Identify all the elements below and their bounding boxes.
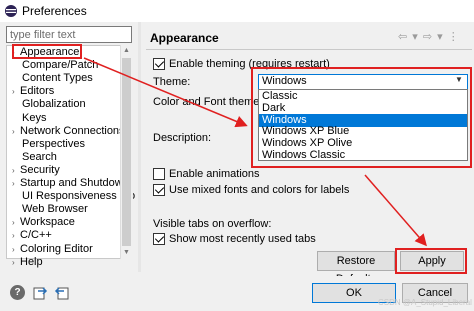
tree-item-label: Help	[20, 255, 43, 268]
tree-item-label: C/C++	[20, 229, 52, 242]
tree-item-label: Workspace	[20, 216, 75, 229]
description-label: Description:	[153, 132, 212, 144]
scroll-up-arrow-icon[interactable]: ▲	[122, 46, 131, 56]
title-separator	[146, 49, 472, 50]
tree-item-label: Globalization	[22, 98, 86, 111]
tree-item-label: UI Responsiveness Mo	[22, 190, 136, 203]
expand-arrow-icon[interactable]: ›	[12, 125, 20, 138]
tree-item[interactable]: › Coloring Editor	[12, 243, 93, 256]
tree-item[interactable]: Perspectives	[22, 138, 85, 151]
tree-item[interactable]: › Help	[12, 256, 43, 269]
annotation-box-appearance	[12, 44, 82, 59]
show-recent-tabs-checkbox[interactable]	[153, 233, 165, 245]
page-title: Appearance	[150, 31, 219, 45]
expand-arrow-icon[interactable]: ›	[12, 85, 20, 98]
export-icon[interactable]	[54, 285, 69, 300]
enable-animations-label: Enable animations	[169, 168, 260, 180]
tree-item-label: Editors	[20, 85, 55, 98]
annotation-arrow-to-apply	[364, 174, 427, 247]
tree-item-label: Content Types	[22, 72, 93, 85]
visible-tabs-label: Visible tabs on overflow:	[153, 218, 272, 230]
tree-item-label: Coloring Editor	[20, 242, 93, 255]
tree-item[interactable]: Search	[22, 151, 57, 164]
mixed-fonts-label: Use mixed fonts and colors for labels	[169, 184, 350, 196]
tree-item[interactable]: › Network Connections	[12, 125, 125, 138]
tree-item[interactable]: › C/C++	[12, 229, 52, 242]
tree-item[interactable]: › Editors	[12, 85, 54, 98]
theme-label: Theme:	[153, 76, 191, 88]
enable-animations-checkbox[interactable]	[153, 168, 165, 180]
tree-item-label: Search	[22, 150, 57, 163]
eclipse-app-icon	[5, 5, 17, 17]
tree-item[interactable]: › Security	[12, 164, 60, 177]
tree-item-label: Compare/Patch	[22, 59, 99, 72]
expand-arrow-icon[interactable]: ›	[12, 229, 20, 242]
tree-item-label: Network Connections	[20, 124, 125, 137]
annotation-box-apply	[395, 248, 467, 274]
tree-item[interactable]: Compare/Patch	[22, 59, 98, 72]
enable-theming-checkbox[interactable]	[153, 58, 165, 70]
expand-arrow-icon[interactable]: ›	[12, 256, 20, 269]
window-title: Preferences	[22, 4, 87, 18]
color-font-theme-label: Color and Font theme	[153, 96, 260, 108]
history-nav-buttons[interactable]: ⇦ ▾ ⇨ ▾ ⋮	[398, 30, 460, 43]
tree-item[interactable]: › Startup and Shutdown	[12, 177, 129, 190]
tree-item[interactable]: Globalization	[22, 98, 86, 111]
tree-item-label: Startup and Shutdown	[20, 177, 129, 189]
scrollbar-thumb[interactable]	[122, 58, 131, 246]
tree-item-label: Keys	[22, 111, 47, 124]
tree-item[interactable]: › Workspace	[12, 216, 75, 229]
show-recent-tabs-label: Show most recently used tabs	[169, 233, 316, 245]
expand-arrow-icon[interactable]: ›	[12, 216, 20, 229]
tree-item[interactable]: Web Browser	[22, 203, 88, 216]
scroll-down-arrow-icon[interactable]: ▼	[122, 248, 131, 258]
import-icon[interactable]	[33, 285, 48, 300]
tree-item-label: Perspectives	[22, 137, 85, 150]
expand-arrow-icon[interactable]: ›	[12, 177, 20, 190]
annotation-box-theme-dropdown	[251, 67, 472, 168]
watermark: CSDN @A_Stupid_Liberal	[378, 298, 472, 307]
mixed-fonts-checkbox[interactable]	[153, 184, 165, 196]
help-icon[interactable]: ?	[10, 285, 25, 300]
tree-item[interactable]: UI Responsiveness Mo	[22, 190, 135, 203]
panel-sash[interactable]	[138, 22, 141, 272]
restore-defaults-button[interactable]: Restore Defaults	[317, 251, 395, 285]
expand-arrow-icon[interactable]: ›	[12, 164, 20, 177]
tree-item-label: Security	[20, 163, 60, 176]
expand-arrow-icon[interactable]: ›	[12, 243, 20, 256]
tree-item-label: Web Browser	[22, 203, 88, 216]
tree-item[interactable]: Keys	[22, 112, 46, 125]
filter-input[interactable]	[6, 26, 132, 43]
tree-item[interactable]: Content Types	[22, 72, 93, 85]
